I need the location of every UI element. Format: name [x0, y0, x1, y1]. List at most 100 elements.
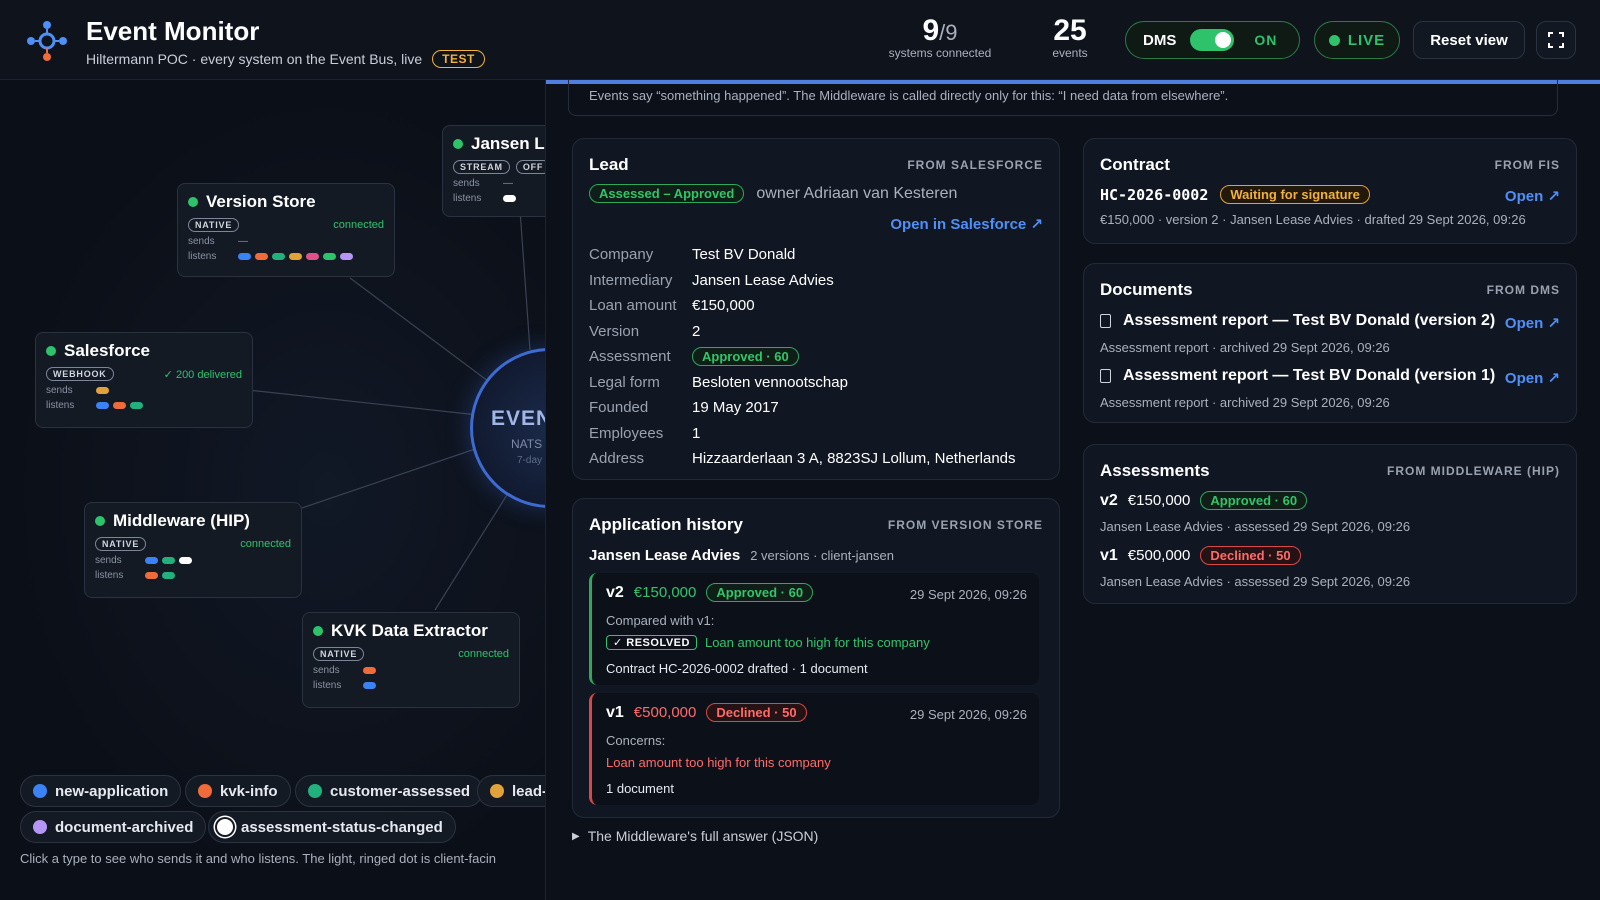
dms-state: ON — [1254, 32, 1278, 48]
open-in-salesforce-link[interactable]: Open in Salesforce ↗ — [890, 215, 1043, 233]
event-swatch — [130, 402, 143, 409]
lead-card: Lead FROM SALESFORCE Assessed – Approved… — [572, 138, 1060, 480]
event-swatch — [323, 253, 336, 260]
toggle-switch-icon[interactable] — [1190, 29, 1235, 51]
event-swatch — [306, 253, 319, 260]
reset-view-button[interactable]: Reset view — [1413, 21, 1525, 59]
node-middleware[interactable]: Middleware (HIP) NATIVE connected sends l… — [84, 502, 302, 598]
dms-toggle[interactable]: DMS ON — [1125, 21, 1300, 59]
event-swatch — [255, 253, 268, 260]
card-title: Documents — [1100, 280, 1193, 299]
sends-label: sends — [453, 178, 480, 189]
card-source: FROM SALESFORCE — [907, 158, 1043, 172]
document-name: Assessment report — Test BV Donald (vers… — [1123, 312, 1496, 329]
field-value: Besloten vennootschap — [692, 374, 848, 391]
node-status: ✓ 200 delivered — [163, 368, 242, 381]
event-chip-label: customer-assessed — [330, 782, 471, 800]
sends-label: sends — [95, 555, 122, 566]
bus-retention: 7-day — [517, 455, 543, 466]
event-swatch — [503, 195, 516, 202]
node-name: Jansen Le — [471, 134, 545, 153]
event-chip-document-archived[interactable]: document-archived — [20, 811, 207, 843]
lead-field-founded: Founded 19 May 2017 — [589, 399, 779, 416]
card-source: FROM VERSION STORE — [887, 518, 1043, 532]
field-value: Jansen Lease Advies — [692, 272, 834, 289]
event-chip-kvk-info[interactable]: kvk-info — [185, 775, 291, 807]
event-chip-new-application[interactable]: new-application — [20, 775, 182, 807]
app-logo-icon — [27, 21, 67, 61]
event-swatch — [162, 572, 175, 579]
history-version-v1[interactable]: v1 €500,000 Declined · 50 29 Sept 2026, … — [589, 693, 1039, 805]
node-status: connected — [458, 648, 509, 660]
app-title: Event Monitor — [86, 16, 260, 46]
event-chip-assessment-status-changed[interactable]: assessment-status-changed — [208, 811, 456, 843]
resolved-text: Loan amount too high for this company — [704, 635, 930, 650]
lead-field-employees: Employees 1 — [589, 425, 700, 442]
document-item[interactable]: Assessment report — Test BV Donald (vers… — [1100, 312, 1495, 330]
contract-card: Contract FROM FIS HC-2026-0002 Waiting f… — [1083, 138, 1577, 244]
history-party: Jansen Lease Advies — [589, 547, 741, 564]
systems-label: systems connected — [888, 46, 992, 60]
systems-total: /9 — [939, 20, 958, 45]
field-value: 1 — [692, 425, 701, 442]
fullscreen-button[interactable] — [1536, 21, 1576, 59]
open-contract-link[interactable]: Open ↗ — [1505, 187, 1560, 205]
card-source: FROM DMS — [1486, 283, 1560, 297]
field-key: Assessment — [589, 348, 671, 365]
concerns-label: Concerns: — [606, 733, 666, 748]
card-title: Lead — [589, 155, 629, 174]
assessment-amount: €500,000 — [1127, 547, 1191, 564]
live-indicator[interactable]: LIVE — [1314, 21, 1400, 59]
live-label: LIVE — [1347, 31, 1386, 49]
bus-title: EVEN — [491, 407, 545, 430]
listens-label: listens — [95, 570, 124, 581]
systems-connected-count: 9 — [922, 14, 940, 47]
contract-meta: €150,000 · version 2 · Jansen Lease Advi… — [1100, 212, 1526, 227]
version-badge: Declined · 50 — [706, 703, 807, 722]
card-source: FROM FIS — [1494, 158, 1560, 172]
status-dot-icon — [95, 516, 105, 526]
lead-owner: owner Adriaan van Kesteren — [756, 184, 958, 202]
field-key: Address — [589, 450, 645, 467]
json-answer-toggle[interactable]: ▶ The Middleware's full answer (JSON) — [572, 828, 818, 844]
status-dot-icon — [46, 346, 56, 356]
node-version-store[interactable]: Version Store NATIVE connected sends — lis… — [177, 183, 395, 277]
node-tag: NATIVE — [95, 537, 147, 551]
version-date: 29 Sept 2026, 09:26 — [909, 587, 1027, 602]
document-icon — [1100, 314, 1111, 328]
listens-label: listens — [313, 680, 342, 691]
listens-label: listens — [453, 193, 482, 204]
event-chip-label: lead- — [512, 782, 548, 800]
sends-label: sends — [46, 385, 73, 396]
events-count: 25 — [1053, 14, 1087, 47]
event-color-dot-icon — [308, 784, 322, 798]
open-document-link[interactable]: Open ↗ — [1505, 369, 1560, 387]
assessment-badge: Approved · 60 — [692, 347, 799, 366]
env-badge: TEST — [432, 50, 485, 68]
document-item[interactable]: Assessment report — Test BV Donald (vers… — [1100, 367, 1495, 385]
node-kvk-extractor[interactable]: KVK Data Extractor NATIVE connected sends… — [302, 612, 520, 708]
assessment-item: v1 €500,000 Declined · 50 — [1100, 546, 1301, 565]
lead-field-version: Version 2 — [589, 323, 700, 340]
event-swatch — [145, 572, 158, 579]
node-jansen[interactable]: Jansen Le STREAM OFF sends — listens — [442, 125, 545, 217]
legend-hint: Click a type to see who sends it and who… — [20, 851, 496, 866]
open-document-link[interactable]: Open ↗ — [1505, 314, 1560, 332]
assessment-amount: €150,000 — [1127, 492, 1191, 509]
node-name: Salesforce — [64, 341, 150, 360]
node-tag-secondary: OFF — [515, 160, 545, 174]
assessment-version: v2 — [1100, 491, 1118, 509]
event-swatch — [289, 253, 302, 260]
node-salesforce[interactable]: Salesforce WEBHOOK ✓ 200 delivered sends … — [35, 332, 253, 428]
event-chip-customer-assessed[interactable]: customer-assessed — [295, 775, 484, 807]
history-version-v2[interactable]: v2 €150,000 Approved · 60 29 Sept 2026, … — [589, 573, 1039, 685]
event-swatch — [113, 402, 126, 409]
event-swatch — [179, 557, 192, 564]
node-status: connected — [333, 219, 384, 231]
field-key: Company — [589, 246, 654, 263]
status-dot-icon — [453, 139, 463, 149]
event-swatch — [363, 667, 376, 674]
node-name: Version Store — [206, 192, 316, 211]
event-color-dot-icon — [490, 784, 504, 798]
document-meta: Assessment report · archived 29 Sept 202… — [1100, 340, 1390, 355]
